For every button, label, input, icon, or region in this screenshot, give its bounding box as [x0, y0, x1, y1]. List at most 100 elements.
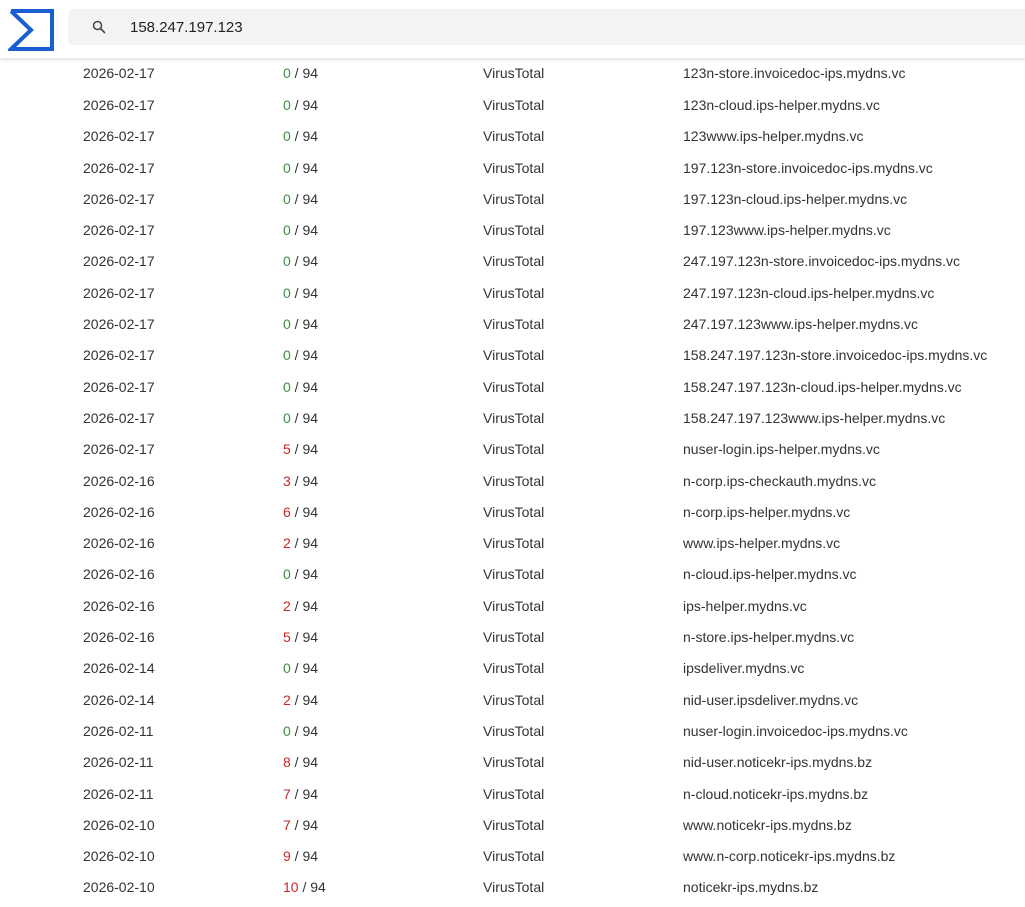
source-cell: VirusTotal	[483, 597, 545, 614]
table-row[interactable]: 2026-02-17 0 / 94 VirusTotal 158.247.197.12…	[0, 372, 1025, 403]
detections-count: 0	[283, 378, 291, 395]
table-row[interactable]: 2026-02-17 0 / 94 VirusTotal 123www.ips-hel…	[0, 121, 1025, 152]
domain-link[interactable]: noticekr-ips.mydns.bz	[683, 872, 818, 903]
domain-link[interactable]: nid-user.noticekr-ips.mydns.bz	[683, 747, 872, 778]
detections-separator: /	[290, 316, 303, 333]
detections-cell: 2 / 94	[283, 685, 318, 716]
detections-cell: 0 / 94	[283, 653, 318, 684]
detections-count: 0	[283, 190, 291, 207]
source-cell: VirusTotal	[483, 65, 545, 81]
table-row[interactable]: 2026-02-16 2 / 94 VirusTotal www.ips-helper…	[0, 528, 1025, 559]
table-row[interactable]: 2026-02-17 0 / 94 VirusTotal 197.123n-cloud…	[0, 184, 1025, 215]
domain-link[interactable]: 247.197.123n-store.invoicedoc-ips.mydns.…	[683, 246, 960, 277]
table-row[interactable]: 2026-02-17 0 / 94 VirusTotal 247.197.123n-s…	[0, 246, 1025, 277]
detections-separator: /	[290, 629, 303, 646]
detections-total: 94	[302, 472, 319, 489]
table-row[interactable]: 2026-02-11 0 / 94 VirusTotal nuser-login.in…	[0, 716, 1025, 747]
domain-link[interactable]: ips-helper.mydns.vc	[683, 591, 807, 622]
table-row[interactable]: 2026-02-17 0 / 94 VirusTotal 123n-store.inv…	[0, 58, 1025, 90]
domain-link[interactable]: 197.123n-cloud.ips-helper.mydns.vc	[683, 184, 907, 215]
table-row[interactable]: 2026-02-16 6 / 94 VirusTotal n-corp.ips-hel…	[0, 497, 1025, 528]
date-cell: 2026-02-17	[83, 347, 155, 364]
domain-link[interactable]: 123www.ips-helper.mydns.vc	[683, 121, 864, 152]
domain-link[interactable]: nuser-login.ips-helper.mydns.vc	[683, 434, 880, 465]
search-icon	[92, 20, 106, 34]
table-row[interactable]: 2026-02-17 0 / 94 VirusTotal 197.123n-store…	[0, 153, 1025, 184]
detections-separator: /	[290, 159, 303, 176]
detections-separator: /	[290, 472, 303, 489]
detections-total: 94	[302, 347, 319, 364]
domain-link[interactable]: www.n-corp.noticekr-ips.mydns.bz	[683, 841, 895, 872]
domain-link[interactable]: 247.197.123n-cloud.ips-helper.mydns.vc	[683, 278, 934, 309]
detections-separator: /	[298, 879, 311, 896]
table-row[interactable]: 2026-02-17 5 / 94 VirusTotal nuser-login.ip…	[0, 434, 1025, 465]
detections-cell: 2 / 94	[283, 528, 318, 559]
search-bar[interactable]	[68, 9, 1025, 45]
detections-count: 0	[283, 347, 291, 364]
detections-count: 0	[283, 222, 291, 239]
app-logo[interactable]	[5, 8, 56, 52]
detections-count: 9	[283, 848, 291, 865]
detections-count: 0	[283, 284, 291, 301]
detections-total: 94	[302, 378, 319, 395]
date-cell: 2026-02-16	[83, 629, 155, 646]
detections-count: 0	[283, 566, 291, 583]
search-input[interactable]	[130, 9, 1010, 45]
date-cell: 2026-02-17	[83, 441, 155, 458]
domain-link[interactable]: www.noticekr-ips.mydns.bz	[683, 810, 852, 841]
domain-link[interactable]: nuser-login.invoicedoc-ips.mydns.vc	[683, 716, 908, 747]
detections-total: 94	[302, 222, 319, 239]
domain-link[interactable]: 158.247.197.123www.ips-helper.mydns.vc	[683, 403, 945, 434]
domain-link[interactable]: www.ips-helper.mydns.vc	[683, 528, 840, 559]
source-cell: VirusTotal	[483, 816, 545, 833]
table-row[interactable]: 2026-02-17 0 / 94 VirusTotal 123n-cloud.ips…	[0, 90, 1025, 121]
detections-separator: /	[290, 190, 303, 207]
table-row[interactable]: 2026-02-10 7 / 94 VirusTotal www.noticekr-i…	[0, 810, 1025, 841]
detections-separator: /	[290, 378, 303, 395]
domain-link[interactable]: 197.123www.ips-helper.mydns.vc	[683, 215, 891, 246]
source-cell: VirusTotal	[483, 316, 545, 333]
table-row[interactable]: 2026-02-11 7 / 94 VirusTotal n-cloud.notice…	[0, 779, 1025, 810]
domain-link[interactable]: 123n-store.invoicedoc-ips.mydns.vc	[683, 58, 906, 89]
domain-link[interactable]: 123n-cloud.ips-helper.mydns.vc	[683, 90, 880, 121]
table-row[interactable]: 2026-02-17 0 / 94 VirusTotal 247.197.123www…	[0, 309, 1025, 340]
detections-cell: 5 / 94	[283, 434, 318, 465]
table-row[interactable]: 2026-02-17 0 / 94 VirusTotal 247.197.123n-c…	[0, 278, 1025, 309]
detections-total: 94	[302, 159, 319, 176]
source-cell: VirusTotal	[483, 472, 545, 489]
domain-link[interactable]: n-corp.ips-helper.mydns.vc	[683, 497, 850, 528]
domain-link[interactable]: n-store.ips-helper.mydns.vc	[683, 622, 854, 653]
table-row[interactable]: 2026-02-16 0 / 94 VirusTotal n-cloud.ips-he…	[0, 559, 1025, 590]
table-row[interactable]: 2026-02-10 10 / 94 VirusTotal noticekr-ips.…	[0, 872, 1025, 903]
table-row[interactable]: 2026-02-14 2 / 94 VirusTotal nid-user.ipsde…	[0, 685, 1025, 716]
domain-link[interactable]: ipsdeliver.mydns.vc	[683, 653, 804, 684]
domain-link[interactable]: 197.123n-store.invoicedoc-ips.mydns.vc	[683, 153, 933, 184]
detections-separator: /	[290, 503, 303, 520]
table-row[interactable]: 2026-02-16 3 / 94 VirusTotal n-corp.ips-che…	[0, 466, 1025, 497]
date-cell: 2026-02-17	[83, 159, 155, 176]
table-row[interactable]: 2026-02-17 0 / 94 VirusTotal 158.247.197.12…	[0, 403, 1025, 434]
domain-link[interactable]: 158.247.197.123n-cloud.ips-helper.mydns.…	[683, 372, 962, 403]
domain-link[interactable]: n-cloud.noticekr-ips.mydns.bz	[683, 779, 868, 810]
table-row[interactable]: 2026-02-10 9 / 94 VirusTotal www.n-corp.not…	[0, 841, 1025, 872]
date-cell: 2026-02-17	[83, 128, 155, 145]
detections-total: 94	[310, 879, 326, 896]
detections-count: 2	[283, 535, 291, 552]
date-cell: 2026-02-17	[83, 97, 155, 113]
source-cell: VirusTotal	[483, 848, 545, 865]
domain-link[interactable]: n-corp.ips-checkauth.mydns.vc	[683, 466, 876, 497]
source-cell: VirusTotal	[483, 629, 545, 646]
domain-link[interactable]: nid-user.ipsdeliver.mydns.vc	[683, 685, 858, 716]
table-row[interactable]: 2026-02-16 5 / 94 VirusTotal n-store.ips-he…	[0, 622, 1025, 653]
table-row[interactable]: 2026-02-11 8 / 94 VirusTotal nid-user.notic…	[0, 747, 1025, 778]
domain-link[interactable]: 247.197.123www.ips-helper.mydns.vc	[683, 309, 918, 340]
domain-link[interactable]: n-cloud.ips-helper.mydns.vc	[683, 559, 857, 590]
date-cell: 2026-02-16	[83, 472, 155, 489]
table-row[interactable]: 2026-02-17 0 / 94 VirusTotal 197.123www.ips…	[0, 215, 1025, 246]
detections-separator: /	[290, 535, 303, 552]
table-row[interactable]: 2026-02-17 0 / 94 VirusTotal 158.247.197.12…	[0, 340, 1025, 371]
table-row[interactable]: 2026-02-14 0 / 94 VirusTotal ipsdeliver.myd…	[0, 653, 1025, 684]
domain-link[interactable]: 158.247.197.123n-store.invoicedoc-ips.my…	[683, 340, 987, 371]
table-row[interactable]: 2026-02-16 2 / 94 VirusTotal ips-helper.myd…	[0, 591, 1025, 622]
detections-total: 94	[302, 785, 319, 802]
